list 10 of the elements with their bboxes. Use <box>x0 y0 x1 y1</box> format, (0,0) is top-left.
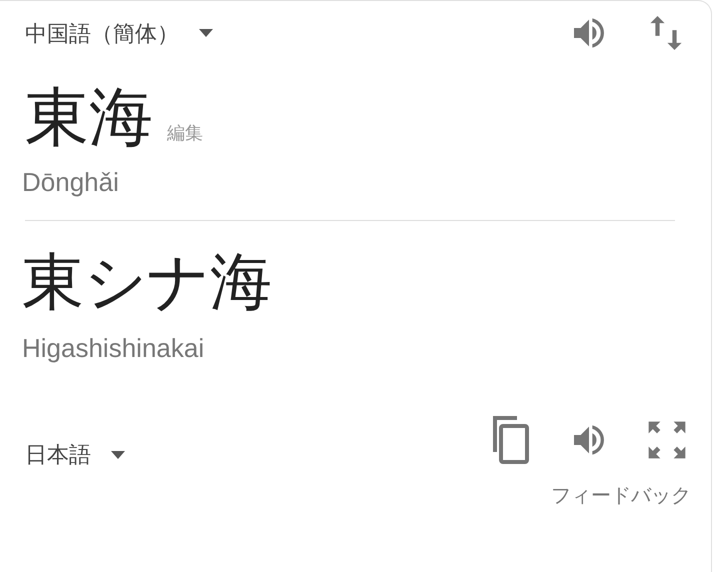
target-romanization: Higashishinakai <box>21 332 204 365</box>
source-romanization: Dōnghǎi <box>21 166 120 199</box>
translated-text: 東シナ海 <box>21 247 272 319</box>
fullscreen-icon[interactable] <box>647 420 687 460</box>
source-text: 東海 <box>25 80 153 155</box>
feedback-link[interactable]: フィードバック <box>551 481 691 511</box>
caret-icon <box>199 29 213 37</box>
source-language-dropdown[interactable]: 中国語（簡体） <box>25 16 213 50</box>
target-language-dropdown[interactable]: 日本語 <box>25 438 125 471</box>
caret-icon <box>111 450 125 458</box>
